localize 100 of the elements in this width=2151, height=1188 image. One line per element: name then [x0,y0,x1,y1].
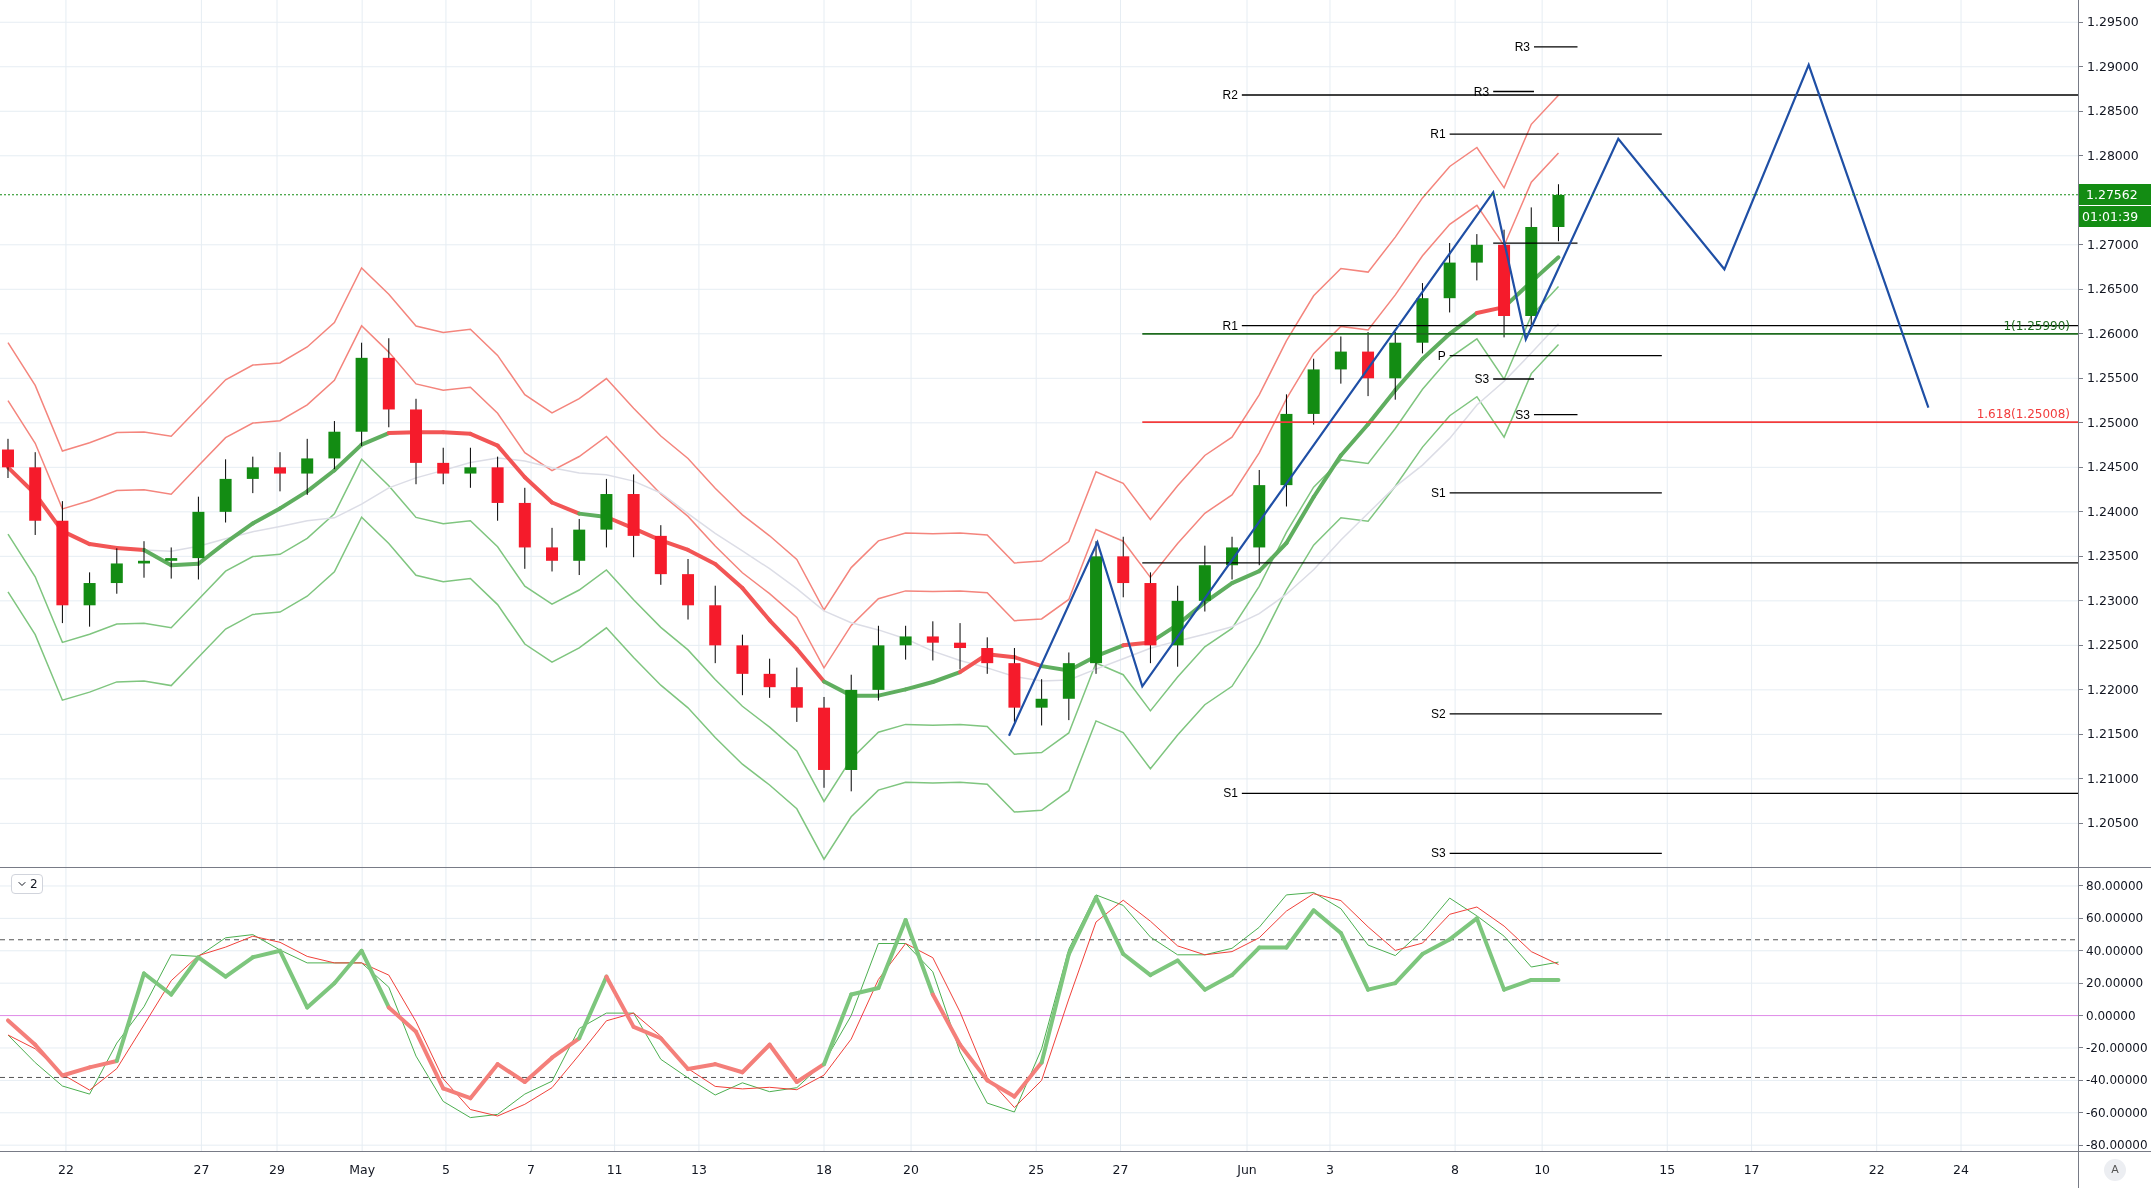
oscillator-axis-label: 60.00000 [2086,910,2144,928]
oscillator-axis-label: 40.00000 [2086,942,2144,960]
indicator-legend-toggle[interactable]: 2 [11,874,43,894]
auto-scale-button[interactable]: A [2104,1159,2126,1181]
time-axis-label: 17 [1743,1161,1760,1179]
price-axis-label: 1.24000 [2087,502,2139,521]
candlestick [1389,331,1402,401]
candlestick [1443,242,1456,313]
candlestick [328,420,341,470]
candlestick [437,447,450,485]
candlestick [573,518,586,576]
time-axis-label: 18 [816,1161,832,1179]
pivot-label: P [1437,348,1446,363]
candlestick [138,540,150,579]
price-axis-label: 1.21500 [2087,725,2139,744]
pivot-label: S3 [1474,372,1490,386]
time-axis-label: 5 [441,1161,450,1179]
time-axis-label: 25 [1028,1161,1045,1179]
candlestick [954,622,967,670]
candlestick [1226,536,1239,580]
fibonacci-level-label: 1.618(1.25008) [1976,407,2070,422]
candlestick [83,571,96,628]
oscillator-axis-label: -20.00000 [2086,1039,2148,1057]
candlestick [736,634,749,696]
candlestick [274,451,286,492]
time-axis-label: 27 [1112,1161,1129,1179]
oscillator-axis-label: -80.00000 [2086,1137,2148,1155]
candlestick [301,438,314,496]
price-axis-label: 1.24500 [2087,458,2139,477]
pivot-label: S1 [1223,786,1238,801]
candlestick [165,546,178,580]
price-axis-label: 1.25000 [2087,413,2139,432]
candlestick [1307,358,1320,426]
time-axis-label: 22 [57,1161,74,1179]
time-axis-label: 22 [1868,1161,1885,1179]
candlestick [790,667,803,723]
pivot-label: S3 [1515,407,1530,422]
candlestick [1198,545,1211,613]
pivot-label: S2 [1430,706,1446,721]
candlestick [246,456,259,494]
price-axis-label: 1.22000 [2087,680,2139,699]
price-axis-label: 1.21000 [2087,769,2139,788]
pivot-line [1492,378,1535,380]
price-axis-label: 1.22500 [2087,636,2139,655]
price-axis-label: 1.23000 [2087,591,2139,610]
candlestick [682,558,694,621]
pivot-line [1533,46,1579,48]
time-axis-label: 3 [1326,1161,1334,1179]
oscillator-axis-label: 80.00000 [2086,877,2144,895]
candlestick [654,524,667,586]
price-axis-label: 1.25500 [2087,369,2139,388]
pivot-label: S3 [1430,846,1446,861]
candlestick [1416,282,1429,354]
time-axis-label: 20 [903,1161,919,1179]
time-axis-label: 27 [193,1161,210,1179]
last-price-tag: 1.27562 [2079,183,2151,205]
candlestick [464,447,477,489]
candlestick [1035,678,1048,726]
time-axis-label: May [349,1161,376,1179]
candlestick [546,527,558,572]
pivot-label: R1 [1430,127,1446,142]
pivot-label: R2 [1222,88,1238,102]
price-axis-label: 1.28500 [2087,102,2139,121]
pivot-line [1533,414,1579,416]
time-axis-label: 7 [527,1161,536,1179]
candlestick [1470,233,1483,281]
oscillator-axis-label: -40.00000 [2086,1072,2148,1090]
candlestick [1334,335,1347,385]
candlestick [1552,183,1565,242]
candlestick [2,438,14,479]
candlestick [981,636,994,675]
candlestick [219,458,232,523]
time-axis-label: 29 [269,1161,285,1179]
price-axis-label: 1.26000 [2087,324,2139,343]
candlestick [763,658,776,699]
pivot-label: R1 [1222,318,1238,333]
candlestick [110,547,123,595]
candlestick [600,478,613,548]
price-axis-label: 1.29500 [2087,13,2139,32]
price-axis-label: 1.23500 [2087,547,2139,566]
candlestick [1362,331,1375,397]
time-axis-label: 15 [1659,1161,1676,1179]
price-axis-label: 1.26500 [2087,280,2139,299]
countdown-tag: 01:01:39 [2079,205,2151,227]
price-axis-label: 1.28000 [2087,146,2139,165]
oscillator-axis-label: 0.00000 [2086,1007,2136,1025]
pivot-label: R3 [1514,39,1530,54]
price-axis-label: 1.20500 [2087,814,2139,833]
candlestick [491,456,504,522]
price-axis-label: 1.27000 [2087,235,2139,254]
time-axis-label: 10 [1534,1161,1551,1179]
price-axis-label: 1.29000 [2087,57,2139,76]
time-axis-label: 11 [606,1161,623,1179]
candlestick [899,625,912,661]
candlestick [1117,536,1130,598]
time-axis-label: 8 [1451,1161,1460,1179]
oscillator-axis-label: -60.00000 [2086,1104,2148,1122]
oscillator-axis-label: 20.00000 [2086,975,2144,993]
time-axis-label: 24 [1953,1161,1969,1179]
time-axis-label: Jun [1237,1161,1257,1179]
